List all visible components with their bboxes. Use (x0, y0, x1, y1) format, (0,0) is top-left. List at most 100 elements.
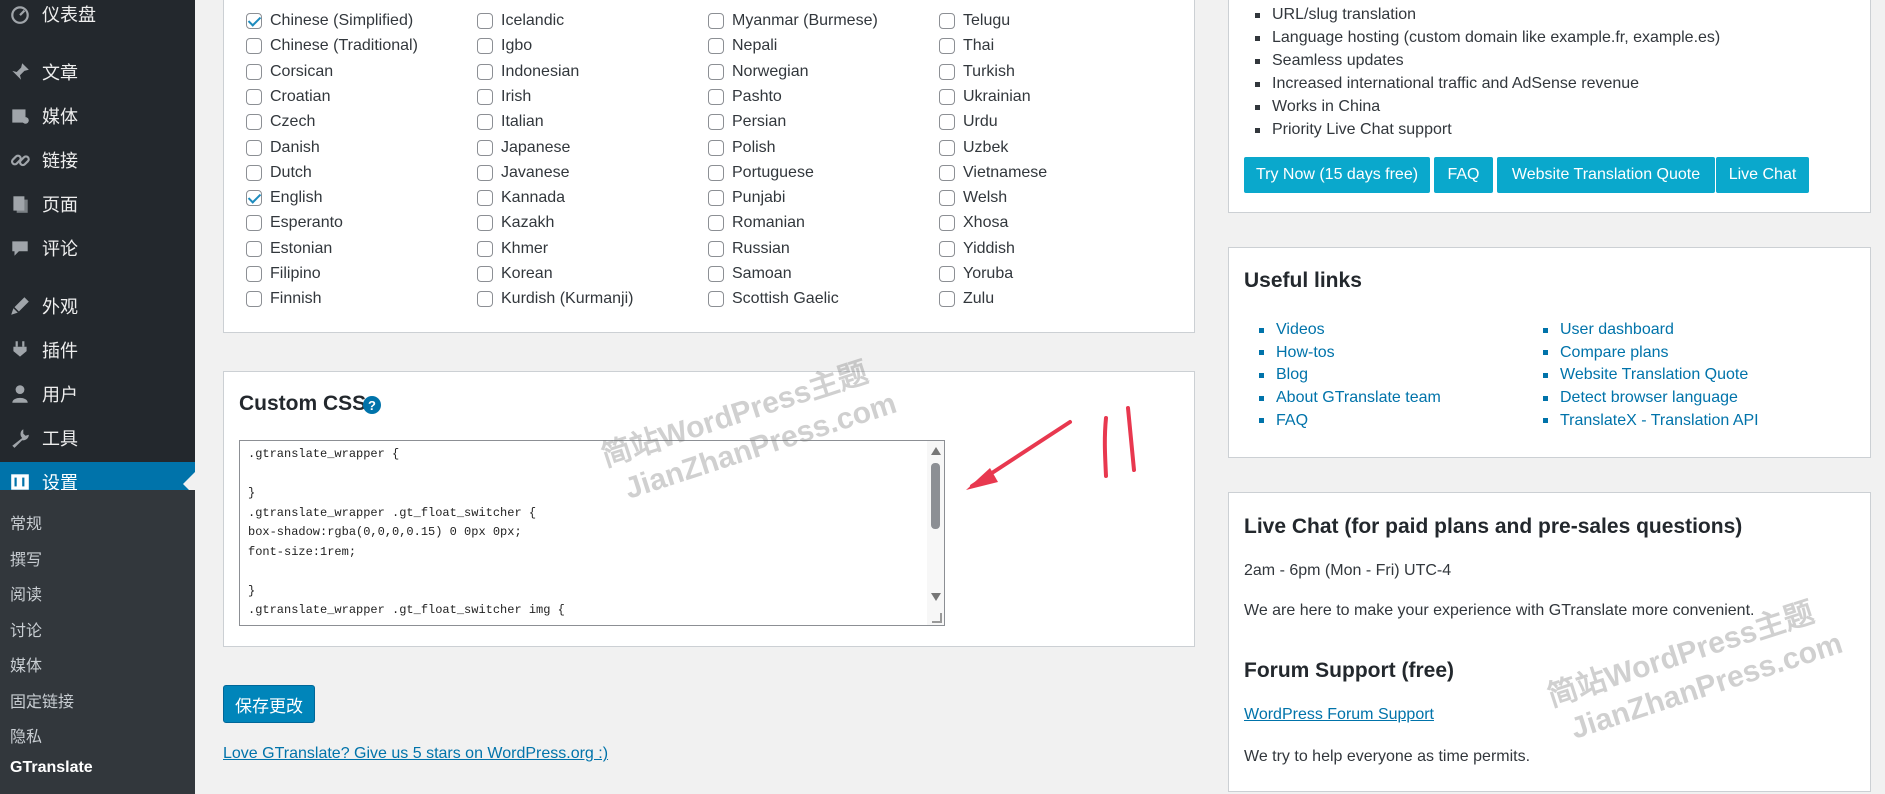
language-checkbox[interactable] (246, 88, 262, 105)
language-option[interactable]: Croatian (246, 87, 330, 107)
useful-link-item[interactable]: FAQ (1259, 412, 1308, 430)
language-option[interactable]: Corsican (246, 62, 333, 82)
submenu-item[interactable]: 讨论 (10, 617, 42, 641)
language-checkbox[interactable] (477, 266, 493, 282)
menu-item-pin[interactable]: 文章 (0, 52, 195, 92)
submenu-item[interactable]: 常规 (10, 510, 42, 534)
language-checkbox[interactable] (246, 215, 262, 232)
language-checkbox[interactable] (939, 291, 955, 308)
language-option[interactable]: Finnish (246, 289, 322, 309)
menu-item-dashboard[interactable]: 仪表盘 (0, 0, 195, 34)
language-option[interactable]: Romanian (708, 213, 805, 233)
useful-link-item[interactable]: TranslateX - Translation API (1543, 412, 1759, 430)
language-option[interactable]: Icelandic (477, 11, 564, 31)
language-checkbox[interactable] (477, 114, 493, 131)
menu-item-user[interactable]: 用户 (0, 374, 195, 414)
useful-link-item[interactable]: Website Translation Quote (1543, 366, 1748, 384)
pro-action-button[interactable]: Website Translation Quote (1497, 157, 1715, 193)
useful-link-item[interactable]: Detect browser language (1543, 389, 1738, 407)
language-option[interactable]: Persian (708, 112, 786, 132)
language-option[interactable]: Estonian (246, 239, 332, 259)
language-checkbox[interactable] (477, 291, 493, 308)
language-option[interactable]: Russian (708, 239, 790, 259)
language-checkbox[interactable] (708, 215, 724, 232)
menu-item-brush[interactable]: 外观 (0, 286, 195, 326)
language-option[interactable]: Dutch (246, 163, 312, 183)
language-checkbox[interactable] (708, 291, 724, 308)
language-option[interactable]: Irish (477, 87, 531, 107)
language-option[interactable]: Xhosa (939, 213, 1008, 233)
submenu-item[interactable]: 阅读 (10, 581, 42, 605)
pro-action-button[interactable]: Try Now (15 days free) (1244, 157, 1430, 193)
language-checkbox[interactable] (477, 88, 493, 105)
language-checkbox[interactable] (477, 13, 493, 29)
language-option[interactable]: Welsh (939, 188, 1007, 208)
language-checkbox[interactable] (708, 190, 724, 207)
pro-action-button[interactable]: Live Chat (1716, 157, 1809, 193)
language-option[interactable]: Uzbek (939, 138, 1008, 158)
textarea-scrollbar[interactable] (927, 441, 944, 625)
language-option[interactable]: Kannada (477, 188, 565, 208)
language-checkbox[interactable] (939, 164, 955, 181)
language-checkbox[interactable] (708, 139, 724, 156)
language-checkbox[interactable] (708, 13, 724, 29)
useful-link-item[interactable]: How-tos (1259, 344, 1335, 362)
save-changes-button[interactable]: 保存更改 (223, 685, 315, 723)
language-checkbox[interactable] (246, 13, 262, 29)
language-option[interactable]: Thai (939, 36, 994, 56)
language-checkbox[interactable] (708, 114, 724, 131)
language-option[interactable]: Nepali (708, 36, 777, 56)
language-checkbox[interactable] (939, 266, 955, 282)
language-option[interactable]: Igbo (477, 36, 532, 56)
language-option[interactable]: Indonesian (477, 62, 579, 82)
language-option[interactable]: Czech (246, 112, 315, 132)
review-link[interactable]: Love GTranslate? Give us 5 stars on Word… (223, 745, 608, 763)
useful-link-item[interactable]: About GTranslate team (1259, 389, 1441, 407)
language-option[interactable]: Norwegian (708, 62, 808, 82)
language-option[interactable]: Myanmar (Burmese) (708, 11, 878, 31)
useful-link-item[interactable]: User dashboard (1543, 321, 1674, 339)
language-option[interactable]: Portuguese (708, 163, 814, 183)
language-option[interactable]: Yiddish (939, 239, 1015, 259)
language-option[interactable]: Danish (246, 138, 320, 158)
language-checkbox[interactable] (246, 190, 262, 207)
resize-grip-icon[interactable] (932, 613, 942, 623)
language-checkbox[interactable] (246, 291, 262, 308)
language-option[interactable]: Chinese (Simplified) (246, 11, 413, 31)
language-checkbox[interactable] (708, 88, 724, 105)
language-checkbox[interactable] (939, 215, 955, 232)
language-option[interactable]: Polish (708, 138, 776, 158)
language-checkbox[interactable] (939, 139, 955, 156)
useful-link-item[interactable]: Blog (1259, 366, 1308, 384)
submenu-item[interactable]: 媒体 (10, 652, 42, 676)
useful-link-item[interactable]: Compare plans (1543, 344, 1669, 362)
language-checkbox[interactable] (939, 38, 955, 55)
language-option[interactable]: Italian (477, 112, 544, 132)
forum-support-link[interactable]: WordPress Forum Support (1244, 706, 1434, 724)
menu-item-comment[interactable]: 评论 (0, 228, 195, 268)
language-checkbox[interactable] (246, 38, 262, 55)
language-checkbox[interactable] (939, 190, 955, 207)
language-option[interactable]: Ukrainian (939, 87, 1031, 107)
language-checkbox[interactable] (246, 164, 262, 181)
language-option[interactable]: Esperanto (246, 213, 343, 233)
menu-item-wrench[interactable]: 工具 (0, 418, 195, 458)
language-option[interactable]: Pashto (708, 87, 782, 107)
language-option[interactable]: Punjabi (708, 188, 785, 208)
language-option[interactable]: Korean (477, 264, 553, 284)
language-checkbox[interactable] (939, 63, 955, 80)
language-option[interactable]: Scottish Gaelic (708, 289, 839, 309)
language-checkbox[interactable] (939, 88, 955, 105)
language-option[interactable]: English (246, 188, 322, 208)
submenu-item[interactable]: 固定链接 (10, 688, 74, 712)
language-option[interactable]: Yoruba (939, 264, 1013, 284)
submenu-item[interactable]: 撰写 (10, 546, 42, 570)
menu-item-page[interactable]: 页面 (0, 184, 195, 224)
custom-css-textarea[interactable]: .gtranslate_wrapper .gt_float_switcher i… (239, 440, 945, 626)
menu-item-plugin[interactable]: 插件 (0, 330, 195, 370)
language-option[interactable]: Samoan (708, 264, 792, 284)
pro-action-button[interactable]: FAQ (1434, 157, 1493, 193)
language-checkbox[interactable] (708, 63, 724, 80)
language-checkbox[interactable] (708, 266, 724, 282)
language-checkbox[interactable] (477, 63, 493, 80)
